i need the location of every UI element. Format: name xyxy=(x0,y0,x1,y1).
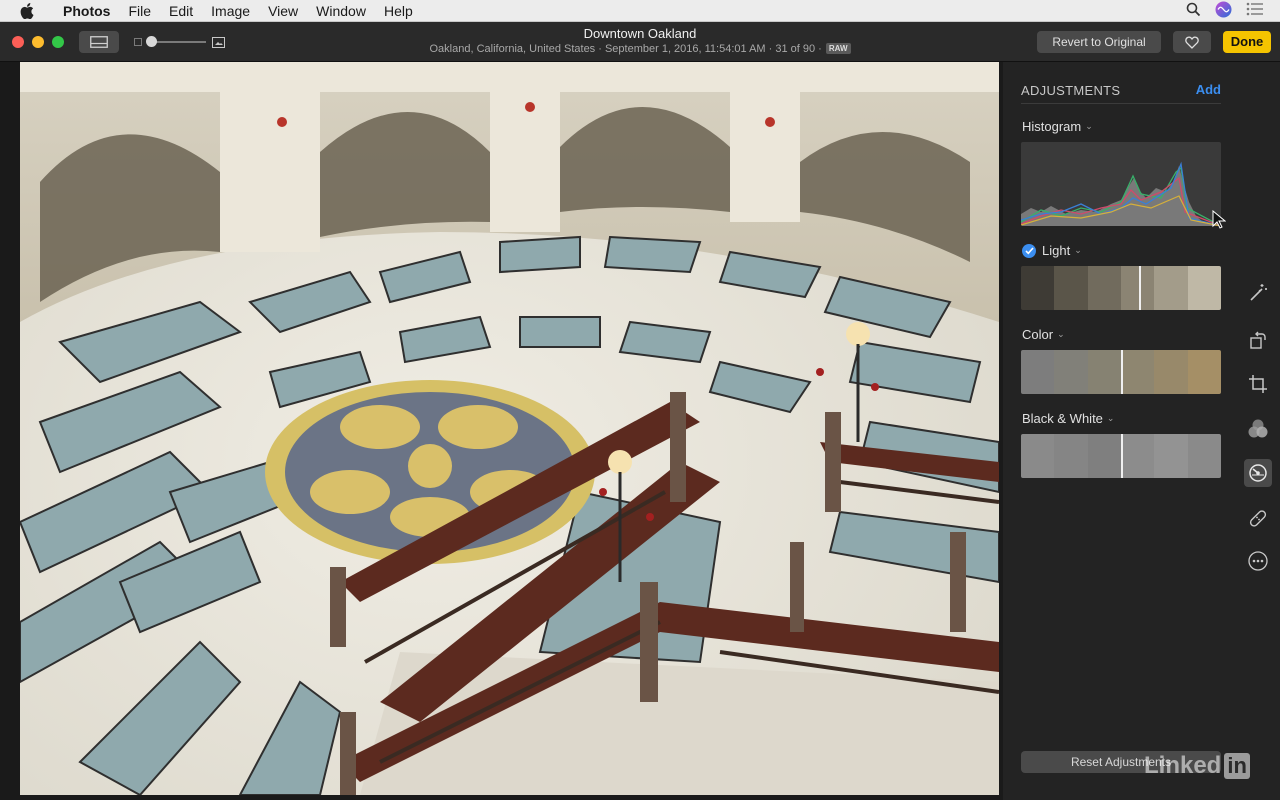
light-enabled-checkbox[interactable] xyxy=(1022,243,1036,258)
menu-file[interactable]: File xyxy=(119,0,160,22)
more-icon[interactable] xyxy=(1244,547,1272,575)
crop-icon[interactable] xyxy=(1244,370,1272,398)
color-label: Color xyxy=(1022,327,1054,342)
photo-info: Downtown Oakland Oakland, California, Un… xyxy=(340,25,940,57)
light-thumbnail-slider[interactable] xyxy=(1021,266,1221,310)
minimize-button[interactable] xyxy=(32,36,44,48)
edit-tools-column xyxy=(1236,62,1280,800)
menu-image[interactable]: Image xyxy=(202,0,259,22)
bw-label: Black & White xyxy=(1022,411,1103,426)
color-slider-handle[interactable] xyxy=(1121,350,1123,394)
histogram-chart xyxy=(1021,142,1221,226)
photo-rotunda[interactable] xyxy=(20,62,999,795)
checkmark-icon xyxy=(1024,246,1034,254)
filmstrip-icon xyxy=(90,36,108,48)
light-slider-handle[interactable] xyxy=(1139,266,1141,310)
menu-window[interactable]: Window xyxy=(307,0,375,22)
menu-edit[interactable]: Edit xyxy=(160,0,202,22)
done-button[interactable]: Done xyxy=(1223,31,1271,53)
photo-canvas xyxy=(0,62,1003,800)
heart-icon xyxy=(1185,36,1199,49)
apple-icon[interactable] xyxy=(0,2,54,19)
favorite-button[interactable] xyxy=(1173,31,1211,53)
bw-thumbnail-slider[interactable] xyxy=(1021,434,1221,478)
window-toolbar: Downtown Oakland Oakland, California, Un… xyxy=(0,22,1280,62)
menu-help[interactable]: Help xyxy=(375,0,422,22)
adjustments-title: ADJUSTMENTS xyxy=(1021,83,1121,98)
menu-view[interactable]: View xyxy=(259,0,307,22)
revert-to-original-button[interactable]: Revert to Original xyxy=(1037,31,1161,53)
adjust-icon[interactable] xyxy=(1244,459,1272,487)
chevron-down-icon: ⌄ xyxy=(1074,245,1082,255)
watermark-text: Linked xyxy=(1144,752,1222,779)
light-section-toggle[interactable]: Light ⌄ xyxy=(1022,243,1082,258)
bw-section-toggle[interactable]: Black & White ⌄ xyxy=(1022,411,1114,426)
linkedin-watermark: Linked in xyxy=(1144,752,1250,780)
rotate-icon[interactable] xyxy=(1244,326,1272,354)
thumbnail-strip-button[interactable] xyxy=(79,31,119,53)
histogram-label: Histogram xyxy=(1022,119,1082,134)
photo-subtitle: Oakland, California, United States · Sep… xyxy=(340,42,940,57)
zoom-knob[interactable] xyxy=(146,36,157,47)
fullscreen-button[interactable] xyxy=(52,36,64,48)
histogram-toggle[interactable]: Histogram ⌄ xyxy=(1022,119,1093,134)
menu-app-name[interactable]: Photos xyxy=(54,0,119,22)
adjustments-header: ADJUSTMENTS Add xyxy=(1021,82,1221,104)
window-controls xyxy=(12,36,64,48)
color-thumbnail-slider[interactable] xyxy=(1021,350,1221,394)
notification-center-icon[interactable] xyxy=(1246,2,1264,19)
bw-slider-handle[interactable] xyxy=(1121,434,1123,478)
chevron-down-icon: ⌄ xyxy=(1106,413,1115,423)
photo-metadata: Oakland, California, United States · Sep… xyxy=(429,43,822,55)
raw-badge: RAW xyxy=(825,43,851,54)
photo-title: Downtown Oakland xyxy=(583,26,697,41)
search-icon[interactable] xyxy=(1186,2,1201,20)
filters-icon[interactable] xyxy=(1244,415,1272,443)
add-adjustment-button[interactable]: Add xyxy=(1196,82,1221,97)
color-section-toggle[interactable]: Color ⌄ xyxy=(1022,327,1065,342)
mouse-cursor-icon xyxy=(1212,210,1226,229)
zoom-track[interactable] xyxy=(146,36,206,47)
light-label: Light xyxy=(1042,243,1071,258)
menu-bar: Photos File Edit Image View Window Help xyxy=(0,0,1280,22)
zoom-in-icon xyxy=(212,36,225,48)
close-button[interactable] xyxy=(12,36,24,48)
chevron-down-icon: ⌄ xyxy=(1057,329,1065,339)
siri-icon[interactable] xyxy=(1215,1,1232,21)
enhance-icon[interactable] xyxy=(1244,279,1272,307)
zoom-out-icon xyxy=(134,38,142,46)
retouch-icon[interactable] xyxy=(1244,504,1272,532)
chevron-down-icon: ⌄ xyxy=(1085,121,1093,131)
watermark-badge: in xyxy=(1224,753,1250,779)
zoom-slider[interactable] xyxy=(134,34,230,50)
adjustments-panel: ADJUSTMENTS Add Histogram ⌄ Light ⌄ Colo… xyxy=(1003,62,1236,800)
